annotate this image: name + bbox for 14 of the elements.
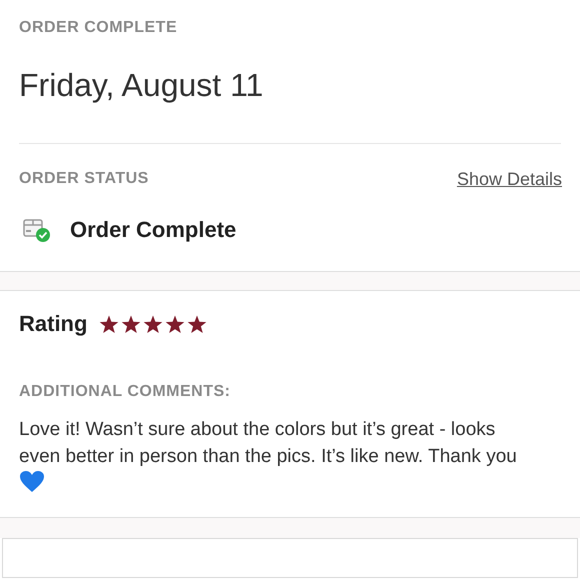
section-label: ADDITIONAL COMMENTS: (19, 382, 232, 402)
section-label: ORDER COMPLETE (19, 18, 178, 38)
star-icon (187, 314, 208, 334)
status-text: Order Complete (70, 216, 236, 244)
heart-icon (19, 470, 45, 493)
star-icon (99, 314, 120, 334)
rating-label: Rating (19, 310, 88, 338)
star-icon (121, 314, 142, 334)
star-icon (143, 314, 164, 334)
comment-text: Love it! Wasn’t sure about the colors but it’s great - looks even better in person than the pics. It’s like new. Thank you (19, 419, 517, 467)
star-icon (165, 314, 186, 334)
order-date: Friday, August 11 (19, 66, 264, 105)
show-details-link[interactable]: Show Details (456, 168, 562, 190)
section-label: ORDER STATUS (19, 169, 149, 189)
